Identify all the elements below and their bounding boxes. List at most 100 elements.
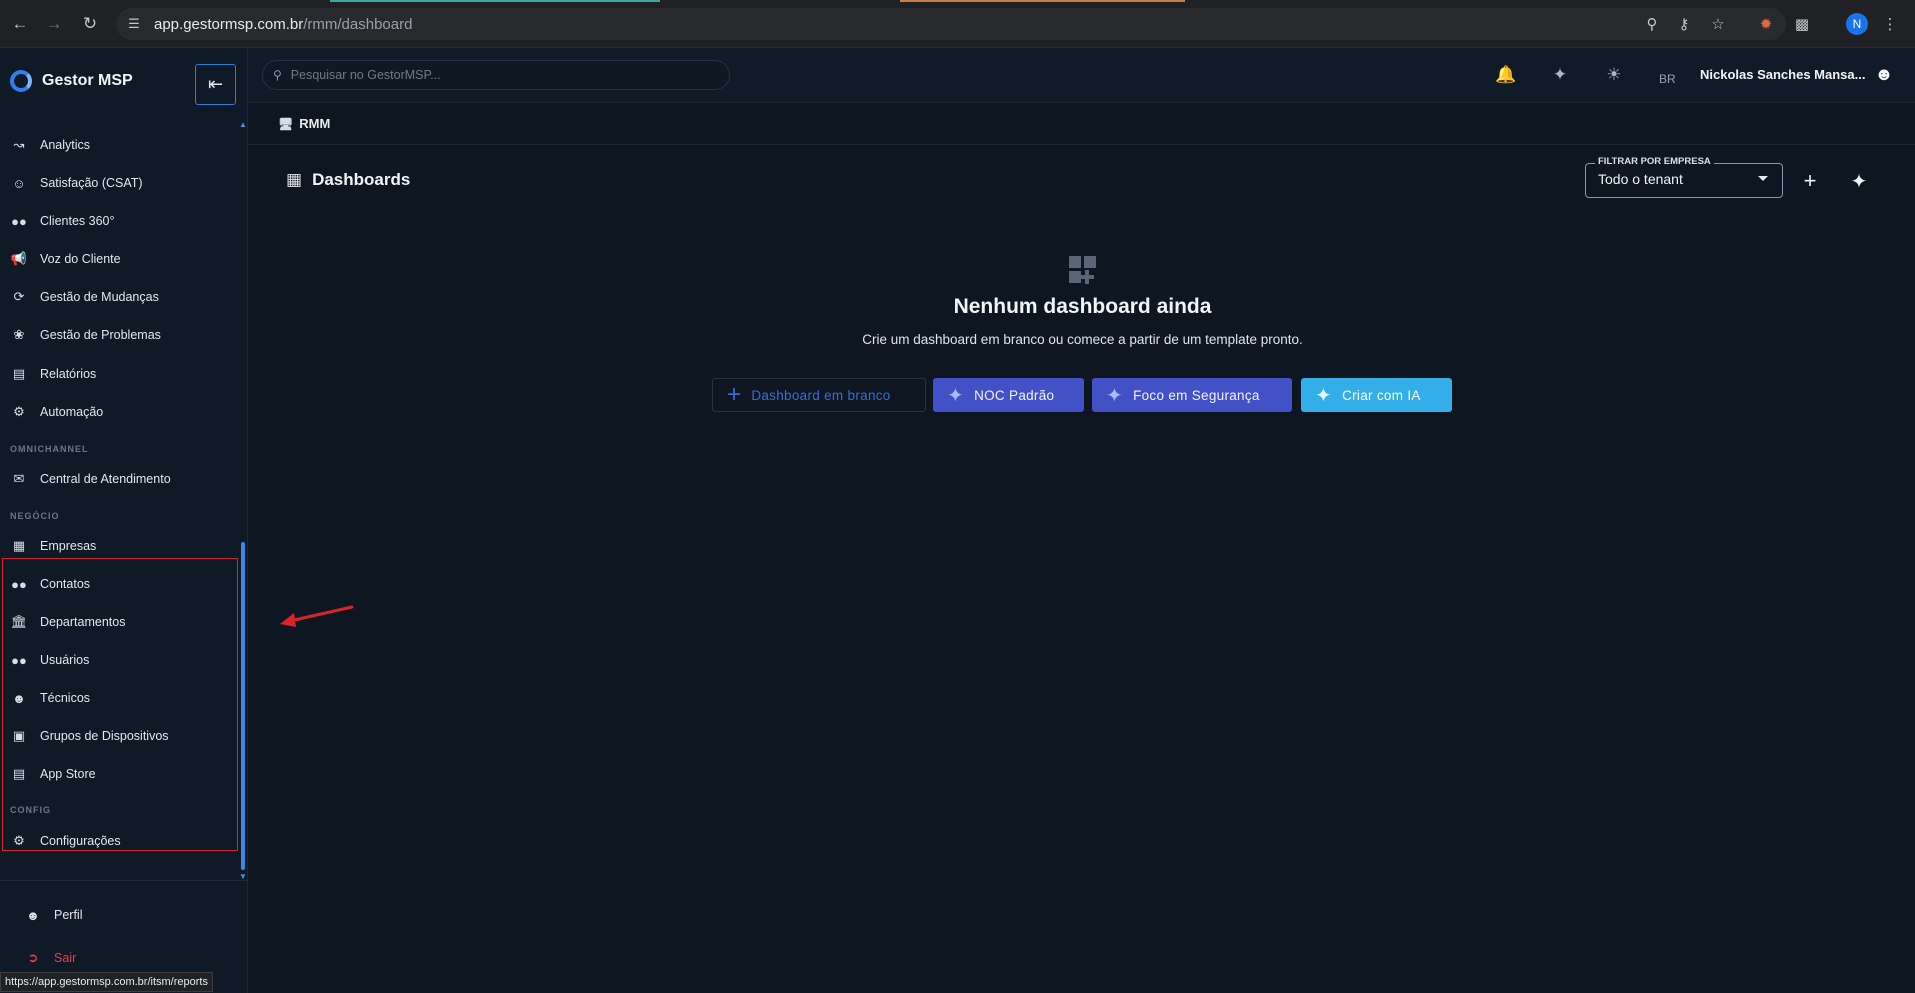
- robot-icon: ⚙: [13, 404, 25, 419]
- reload-icon[interactable]: ↻: [78, 12, 102, 36]
- chevron-down-icon[interactable]: [1758, 176, 1768, 181]
- sidebar-item-label: Configurações: [40, 834, 121, 848]
- company-filter-value[interactable]: Todo o tenant: [1598, 171, 1683, 187]
- extensions-icon[interactable]: ▩: [1790, 12, 1814, 36]
- search-input[interactable]: [290, 68, 711, 82]
- sidebar-item-label: Analytics: [40, 138, 91, 152]
- store-icon: ▤: [12, 766, 26, 781]
- breadcrumb[interactable]: 🖥 RMM: [278, 116, 330, 131]
- report-icon: ▤: [12, 366, 26, 381]
- sidebar-item-label: App Store: [40, 767, 96, 781]
- megaphone-icon: 📢: [10, 251, 28, 266]
- page-title: ▦ Dashboards: [286, 170, 410, 190]
- user-circle-icon: ☻: [26, 907, 40, 923]
- empty-state-subtitle: Crie um dashboard em branco ou comece a …: [862, 332, 1303, 347]
- sidebar-item-contatos[interactable]: ●● Contatos: [10, 572, 236, 596]
- language-selector[interactable]: BR: [1659, 72, 1676, 86]
- sidebar-item-label: Contatos: [40, 577, 91, 591]
- browser-chrome: ← → ↻ ☰ app.gestormsp.com.br/rmm/dashboa…: [0, 0, 1915, 48]
- forward-icon[interactable]: →: [42, 12, 66, 36]
- section-label-config: CONFIG: [10, 805, 51, 815]
- create-with-ai-button[interactable]: ✦ Criar com IA: [1301, 378, 1452, 412]
- button-label: Dashboard em branco: [751, 387, 891, 403]
- browser-profile-avatar[interactable]: N: [1846, 13, 1868, 35]
- annotation-arrow-icon: [280, 605, 354, 627]
- sidebar-item-label: Relatórios: [40, 367, 97, 381]
- sidebar-item-app-store[interactable]: ▤ App Store: [10, 762, 236, 786]
- chart-line-icon: ↝: [13, 137, 25, 152]
- key-icon[interactable]: ⚷: [1672, 12, 1696, 36]
- sparkle-icon: ✦: [1106, 384, 1124, 407]
- sidebar-item-clientes-360[interactable]: ●● Clientes 360°: [10, 209, 236, 233]
- brand-name: Gestor MSP: [42, 72, 133, 89]
- tab-accent: [900, 0, 1185, 2]
- sidebar-item-grupos-dispositivos[interactable]: ▣ Grupos de Dispositivos: [10, 724, 236, 748]
- global-search[interactable]: ⚲: [262, 60, 730, 90]
- technician-icon: ☻: [12, 690, 26, 706]
- breadcrumb-bar: 🖥 RMM: [248, 103, 1915, 145]
- plus-icon: +: [727, 381, 742, 408]
- kebab-menu-icon[interactable]: ⋮: [1878, 12, 1902, 36]
- sidebar-item-label: Perfil: [54, 908, 83, 922]
- empty-state-title: Nenhum dashboard ainda: [953, 295, 1212, 318]
- extension-burst-icon[interactable]: ✹: [1754, 12, 1778, 36]
- sidebar-item-label: Clientes 360°: [40, 214, 115, 228]
- sun-icon[interactable]: ☀: [1601, 62, 1627, 88]
- sidebar-scrollbar[interactable]: [241, 542, 245, 870]
- scroll-up-icon[interactable]: ▲: [239, 120, 247, 129]
- site-info-icon[interactable]: ☰: [122, 12, 146, 36]
- brand-logo-icon: [10, 70, 32, 92]
- sidebar-item-csat[interactable]: ☺ Satisfação (CSAT): [10, 171, 236, 195]
- device-group-icon: ▣: [12, 728, 26, 743]
- sidebar-item-label: Grupos de Dispositivos: [40, 729, 169, 743]
- bank-icon: 🏛: [10, 614, 28, 629]
- sidebar-item-analytics[interactable]: ↝ Analytics: [10, 133, 236, 157]
- noc-template-button[interactable]: ✦ NOC Padrão: [933, 378, 1084, 412]
- sidebar-divider: [0, 880, 247, 881]
- back-icon[interactable]: ←: [8, 12, 32, 36]
- security-template-button[interactable]: ✦ Foco em Segurança: [1092, 378, 1292, 412]
- section-label-negocio: NEGÓCIO: [10, 511, 60, 521]
- brand[interactable]: Gestor MSP: [10, 70, 133, 92]
- url-text[interactable]: app.gestormsp.com.br/rmm/dashboard: [154, 16, 412, 33]
- blank-dashboard-button[interactable]: + Dashboard em branco: [712, 378, 926, 412]
- user-name[interactable]: Nickolas Sanches Mansa...: [1700, 67, 1865, 82]
- sidebar-item-label: Empresas: [40, 539, 97, 553]
- page-title-text: Dashboards: [312, 170, 411, 189]
- sidebar-item-relatorios[interactable]: ▤ Relatórios: [10, 362, 236, 386]
- sidebar-item-configuracoes[interactable]: ⚙ Configurações: [10, 829, 236, 853]
- button-label: NOC Padrão: [974, 387, 1055, 403]
- search-icon: ⚲: [273, 68, 282, 82]
- sidebar-collapse-button[interactable]: ⇤: [195, 64, 236, 105]
- zoom-icon[interactable]: ⚲: [1640, 12, 1664, 36]
- button-label: Criar com IA: [1342, 387, 1421, 403]
- bell-icon[interactable]: 🔔: [1493, 62, 1519, 88]
- sidebar-item-sair[interactable]: ➲ Sair: [24, 946, 250, 970]
- smiley-icon: ☺: [12, 175, 26, 191]
- sparkle-icon: ✦: [1315, 384, 1333, 407]
- sparkle-icon[interactable]: ✦: [1547, 62, 1573, 88]
- logout-icon: ➲: [27, 950, 39, 965]
- sidebar-item-central-atendimento[interactable]: ✉ Central de Atendimento: [10, 467, 236, 491]
- ai-sparkle-icon[interactable]: ✦: [1844, 166, 1874, 196]
- sidebar-item-usuarios[interactable]: ●● Usuários: [10, 648, 236, 672]
- sidebar-item-departamentos[interactable]: 🏛 Departamentos: [10, 610, 236, 634]
- status-bar-url: https://app.gestormsp.com.br/itsm/report…: [0, 972, 213, 992]
- account-circle-icon[interactable]: ☻: [1871, 61, 1897, 87]
- section-label-omnichannel: OMNICHANNEL: [10, 444, 89, 454]
- sidebar-item-tecnicos[interactable]: ☻ Técnicos: [10, 686, 236, 710]
- sidebar-item-label: Voz do Cliente: [40, 252, 121, 266]
- sidebar-item-voz-do-cliente[interactable]: 📢 Voz do Cliente: [10, 247, 236, 271]
- empty-dashboard-icon: [1069, 256, 1097, 284]
- star-icon[interactable]: ☆: [1706, 12, 1730, 36]
- sidebar-item-empresas[interactable]: ▦ Empresas: [10, 534, 236, 558]
- sidebar-item-perfil[interactable]: ☻ Perfil: [24, 903, 250, 927]
- add-dashboard-icon[interactable]: +: [1795, 166, 1825, 196]
- sidebar-item-label: Sair: [54, 951, 77, 965]
- top-header: ⚲ 🔔 ✦ ☀ BR Nickolas Sanches Mansa... ☻: [248, 48, 1915, 103]
- sidebar-item-automacao[interactable]: ⚙ Automação: [10, 400, 236, 424]
- sidebar-item-label: Departamentos: [40, 615, 126, 629]
- sidebar-item-label: Satisfação (CSAT): [40, 176, 143, 190]
- chat-icon: ✉: [13, 471, 25, 486]
- gear-icon: ⚙: [13, 833, 25, 848]
